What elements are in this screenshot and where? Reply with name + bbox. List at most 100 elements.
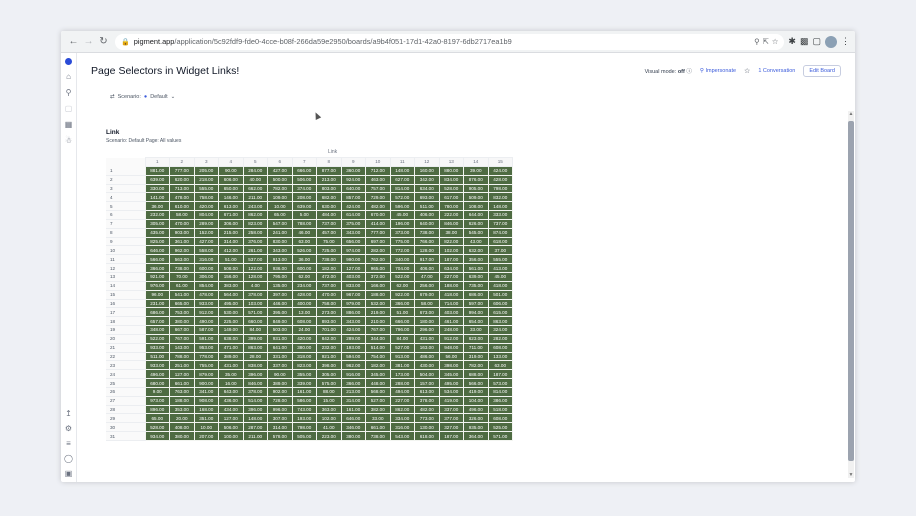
table-cell[interactable]: 526.00: [291, 245, 317, 256]
table-cell[interactable]: 431.00: [414, 333, 440, 344]
table-cell[interactable]: 632.00: [463, 245, 489, 256]
table-cell[interactable]: 834.00: [438, 174, 464, 185]
table-cell[interactable]: 163.00: [414, 342, 440, 353]
table-cell[interactable]: 640.00: [340, 183, 366, 194]
blocks-icon[interactable]: ▦: [65, 120, 73, 129]
table-cell[interactable]: 500.00: [267, 174, 293, 185]
table-cell[interactable]: 737.00: [316, 280, 342, 291]
table-cell[interactable]: 196.00: [389, 218, 415, 229]
table-cell[interactable]: 711.00: [463, 342, 489, 353]
table-cell[interactable]: 879.00: [193, 369, 219, 380]
table-cell[interactable]: 141.00: [144, 192, 170, 203]
table-cell[interactable]: 363.00: [316, 404, 342, 415]
table-cell[interactable]: 962.00: [169, 245, 195, 256]
table-cell[interactable]: 156.00: [218, 271, 244, 282]
table-cell[interactable]: 88.00: [316, 386, 342, 397]
column-header[interactable]: 13: [438, 157, 464, 167]
table-cell[interactable]: 127.00: [169, 369, 195, 380]
table-cell[interactable]: 979.00: [340, 298, 366, 309]
table-cell[interactable]: 846.00: [242, 378, 268, 388]
table-cell[interactable]: 331.00: [267, 351, 293, 362]
table-cell[interactable]: 188.00: [438, 280, 464, 291]
table-cell[interactable]: 403.00: [438, 307, 464, 318]
table-cell[interactable]: 532.00: [365, 298, 391, 309]
table-cell[interactable]: 912.00: [438, 333, 464, 344]
table-cell[interactable]: 161.00: [291, 386, 317, 397]
table-cell[interactable]: 644.00: [463, 210, 489, 220]
row-header[interactable]: 11: [106, 254, 145, 265]
table-cell[interactable]: 342.00: [414, 174, 440, 185]
table-cell[interactable]: 990.00: [340, 254, 366, 265]
table-cell[interactable]: 470.00: [316, 289, 342, 300]
table-cell[interactable]: 822.00: [438, 236, 464, 247]
table-cell[interactable]: 924.00: [340, 174, 366, 185]
table-cell[interactable]: 133.00: [487, 351, 513, 362]
search-icon[interactable]: ⚲: [66, 88, 72, 97]
column-header[interactable]: 5: [242, 157, 268, 167]
table-cell[interactable]: 463.00: [365, 174, 391, 185]
table-cell[interactable]: 606.00: [487, 298, 513, 309]
table-cell[interactable]: 528.00: [144, 422, 170, 433]
upload-icon[interactable]: ↥: [65, 409, 72, 418]
column-header[interactable]: 11: [389, 157, 415, 167]
table-cell[interactable]: 130.00: [414, 422, 440, 433]
table-cell[interactable]: 372.00: [365, 271, 391, 282]
table-cell[interactable]: 660.00: [242, 316, 268, 327]
table-cell[interactable]: 654.00: [463, 316, 489, 327]
table-cell[interactable]: 207.00: [193, 431, 219, 441]
table-cell[interactable]: 693.00: [414, 192, 440, 203]
table-cell[interactable]: 100.00: [218, 431, 244, 441]
table-cell[interactable]: 886.00: [340, 307, 366, 318]
table-cell[interactable]: 316.00: [389, 422, 415, 433]
row-header[interactable]: 21: [106, 343, 145, 353]
table-cell[interactable]: 58.00: [414, 298, 440, 309]
table-cell[interactable]: 490.00: [193, 316, 219, 327]
table-cell[interactable]: 251.00: [169, 360, 195, 371]
table-cell[interactable]: 777.00: [169, 165, 195, 176]
table-cell[interactable]: 61.00: [169, 280, 195, 291]
table-cell[interactable]: 127.00: [340, 263, 366, 273]
table-cell[interactable]: 420.00: [291, 333, 317, 344]
table-cell[interactable]: 282.00: [487, 333, 513, 344]
column-header[interactable]: 10: [365, 157, 391, 167]
table-cell[interactable]: 213.00: [340, 386, 366, 397]
table-cell[interactable]: 45.00: [389, 210, 415, 220]
table-cell[interactable]: 418.00: [487, 280, 513, 291]
table-cell[interactable]: 555.00: [193, 183, 219, 194]
table-cell[interactable]: 51.00: [218, 254, 244, 265]
scroll-up-icon[interactable]: ▲: [848, 111, 854, 117]
table-cell[interactable]: 525.00: [487, 422, 513, 433]
table-cell[interactable]: 232.00: [316, 342, 342, 353]
user-icon[interactable]: ▣: [65, 469, 73, 478]
table-cell[interactable]: 757.00: [365, 183, 391, 194]
table-cell[interactable]: 777.00: [365, 227, 391, 238]
table-cell[interactable]: 573.00: [487, 378, 513, 388]
column-header[interactable]: 6: [267, 157, 293, 167]
table-cell[interactable]: 223.00: [316, 431, 342, 441]
table-cell[interactable]: 933.00: [193, 298, 219, 309]
table-cell[interactable]: 639.00: [463, 271, 489, 282]
table-cell[interactable]: 900.00: [193, 378, 219, 388]
table-cell[interactable]: 482.00: [414, 404, 440, 415]
back-icon[interactable]: ←: [66, 34, 81, 49]
table-cell[interactable]: 16.00: [218, 378, 244, 388]
table-cell[interactable]: 5.00: [291, 210, 317, 220]
table-cell[interactable]: 215.00: [218, 227, 244, 238]
table-cell[interactable]: 427.00: [193, 236, 219, 247]
sidebar-icon[interactable]: ▢: [812, 36, 821, 47]
table-cell[interactable]: 366.00: [144, 263, 170, 273]
table-cell[interactable]: 378.00: [242, 289, 268, 300]
table-cell[interactable]: 380.00: [169, 316, 195, 327]
table-cell[interactable]: 905.00: [463, 183, 489, 194]
table-cell[interactable]: 288.00: [389, 378, 415, 388]
table-cell[interactable]: 688.00: [463, 369, 489, 380]
table-cell[interactable]: 397.00: [267, 289, 293, 300]
table-cell[interactable]: 232.00: [144, 210, 170, 220]
table-cell[interactable]: 830.00: [267, 236, 293, 247]
table-cell[interactable]: 617.00: [438, 192, 464, 203]
table-cell[interactable]: 766.00: [414, 236, 440, 247]
table-cell[interactable]: 446.00: [267, 298, 293, 309]
table-cell[interactable]: 10.00: [193, 422, 219, 433]
scrollbar-thumb[interactable]: [848, 121, 854, 461]
table-cell[interactable]: 173.00: [389, 369, 415, 380]
